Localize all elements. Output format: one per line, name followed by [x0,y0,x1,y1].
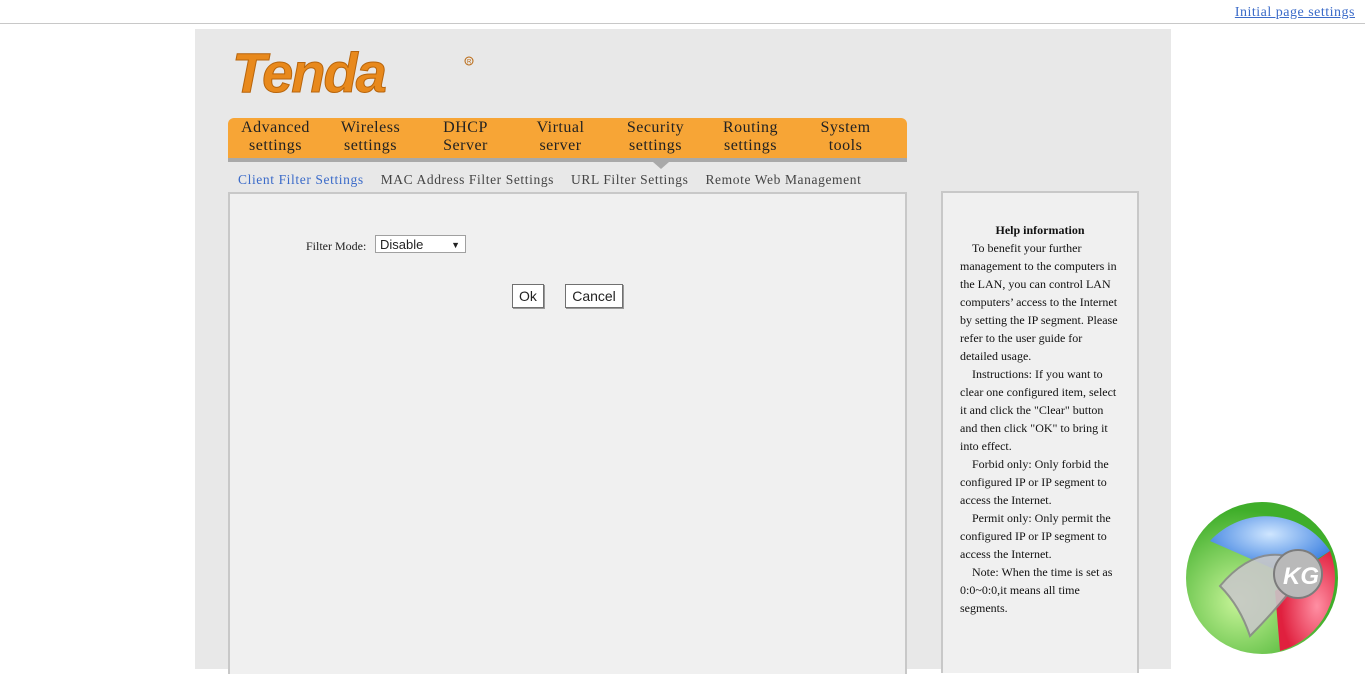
main-nav: Advanced settings Wireless settings DHCP… [228,118,907,162]
tab-advanced-settings[interactable]: Advanced settings [228,118,323,159]
help-paragraph: To benefit your further management to th… [960,241,1118,363]
tab-system-tools[interactable]: System tools [798,118,893,159]
active-tab-pointer [653,162,669,169]
tab-label-line2: Server [443,137,488,154]
svg-text:Tenda: Tenda [232,44,386,104]
tab-label-line2: settings [249,137,302,154]
filter-mode-label: Filter Mode: [306,239,367,253]
subtab-remote-web-management[interactable]: Remote Web Management [705,172,861,190]
top-bar: Initial page settings [0,0,1365,24]
cancel-button[interactable]: Cancel [565,284,623,308]
tab-virtual-server[interactable]: Virtual server [513,118,608,159]
help-body: To benefit your further management to th… [960,239,1122,617]
subtab-client-filter-settings[interactable]: Client Filter Settings [238,172,364,190]
tab-wireless-settings[interactable]: Wireless settings [323,118,418,159]
help-paragraph: Instructions: If you want to clear one c… [960,367,1117,453]
tab-label-line2: tools [828,137,863,154]
tab-routing-settings[interactable]: Routing settings [703,118,798,159]
help-paragraph: Note: When the time is set as 0:0~0:0,it… [960,565,1113,615]
filter-mode-value: Disable [380,237,424,252]
tab-label-line1: Routing [722,119,779,136]
help-title: Help information [995,223,1085,237]
dropdown-arrow-icon: ▼ [451,240,460,250]
tab-label-line1: System [820,119,871,136]
tab-label-line1: Wireless [340,119,401,136]
tenda-logo: Tenda R [232,44,474,104]
svg-text:R: R [467,60,472,66]
help-paragraph: Forbid only: Only forbid the configured … [960,457,1109,507]
subtab-url-filter-settings[interactable]: URL Filter Settings [571,172,688,190]
tab-label-line2: server [539,137,582,154]
filter-mode-select[interactable]: Disable ▼ [375,235,466,253]
initial-page-settings-link[interactable]: Initial page settings [1235,5,1355,21]
tab-label-line2: settings [629,137,682,154]
tab-security-settings[interactable]: Security settings [608,118,703,159]
svg-text:KG: KG [1283,563,1319,590]
help-panel: Help information To benefit your further… [941,191,1139,673]
help-paragraph: Permit only: Only permit the configured … [960,511,1111,561]
content-panel: Filter Mode: Disable ▼ Ok Cancel [228,192,907,674]
sub-nav: Client Filter Settings MAC Address Filte… [238,172,878,190]
tab-label-line2: settings [724,137,777,154]
kg-watermark-logo: KG [1186,502,1338,654]
tab-label-line2: settings [344,137,397,154]
ok-button[interactable]: Ok [512,284,544,308]
tab-label-line1: Advanced [241,119,310,136]
subtab-mac-address-filter-settings[interactable]: MAC Address Filter Settings [381,172,554,190]
tab-label-line1: Security [626,119,685,136]
tab-label-line1: Virtual [536,119,585,136]
tab-label-line1: DHCP [443,119,488,136]
tab-dhcp-server[interactable]: DHCP Server [418,118,513,159]
